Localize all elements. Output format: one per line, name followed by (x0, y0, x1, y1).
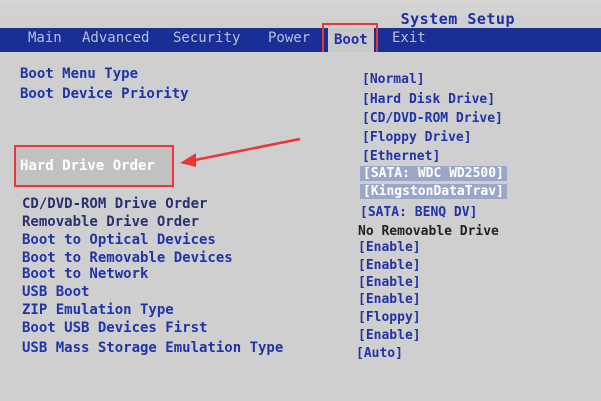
hard-drive-order-highlight (14, 145, 174, 187)
option-boot-device-priority[interactable]: Boot Device Priority (20, 86, 189, 102)
tab-security[interactable]: Security (173, 30, 240, 46)
value-usb-first-enable[interactable]: [Enable] (358, 328, 421, 343)
value-priority-floppy[interactable]: [Floppy Drive] (362, 130, 472, 145)
value-removable-enable[interactable]: [Enable] (358, 258, 421, 273)
option-cd-dvd-drive-order[interactable]: CD/DVD-ROM Drive Order (22, 196, 207, 212)
option-boot-usb-devices-first[interactable]: Boot USB Devices First (22, 320, 207, 336)
value-boot-menu-type[interactable]: [Normal] (362, 72, 425, 87)
option-zip-emulation-type[interactable]: ZIP Emulation Type (22, 302, 174, 318)
tab-power[interactable]: Power (268, 30, 310, 46)
option-removable-drive-order[interactable]: Removable Drive Order (22, 214, 199, 230)
option-boot-to-network[interactable]: Boot to Network (22, 266, 148, 282)
value-network-enable[interactable]: [Enable] (358, 275, 421, 290)
option-usb-mass-storage-emulation[interactable]: USB Mass Storage Emulation Type (22, 340, 283, 356)
setup-title: System Setup (400, 10, 515, 28)
tab-main[interactable]: Main (28, 30, 62, 46)
value-priority-cd-dvd[interactable]: [CD/DVD-ROM Drive] (362, 111, 503, 126)
option-boot-removable-devices[interactable]: Boot to Removable Devices (22, 250, 233, 266)
value-hdd-wdc[interactable]: [SATA: WDC WD2500] (360, 166, 507, 181)
tab-exit[interactable]: Exit (392, 30, 426, 46)
option-boot-menu-type[interactable]: Boot Menu Type (20, 66, 138, 82)
value-usb-boot-enable[interactable]: [Enable] (358, 292, 421, 307)
value-cd-dvd-benq[interactable]: [SATA: BENQ DV] (360, 205, 477, 220)
value-optical-enable[interactable]: [Enable] (358, 240, 421, 255)
pointer-arrow-icon (180, 137, 301, 167)
tab-bar: Main Advanced Security Power Boot Exit (0, 28, 601, 52)
option-boot-optical-devices[interactable]: Boot to Optical Devices (22, 232, 216, 248)
menu-bar: System Setup Main Advanced Security Powe… (0, 0, 601, 58)
value-zip-floppy[interactable]: [Floppy] (358, 310, 421, 325)
value-priority-ethernet[interactable]: [Ethernet] (362, 149, 440, 164)
value-usb-mass-auto[interactable]: [Auto] (356, 346, 403, 361)
value-removable-drive: No Removable Drive (358, 224, 499, 239)
option-usb-boot[interactable]: USB Boot (22, 284, 89, 300)
value-hdd-kingston[interactable]: [KingstonDataTrav] (360, 184, 507, 199)
tab-advanced[interactable]: Advanced (82, 30, 149, 46)
value-priority-hdd[interactable]: [Hard Disk Drive] (362, 92, 495, 107)
